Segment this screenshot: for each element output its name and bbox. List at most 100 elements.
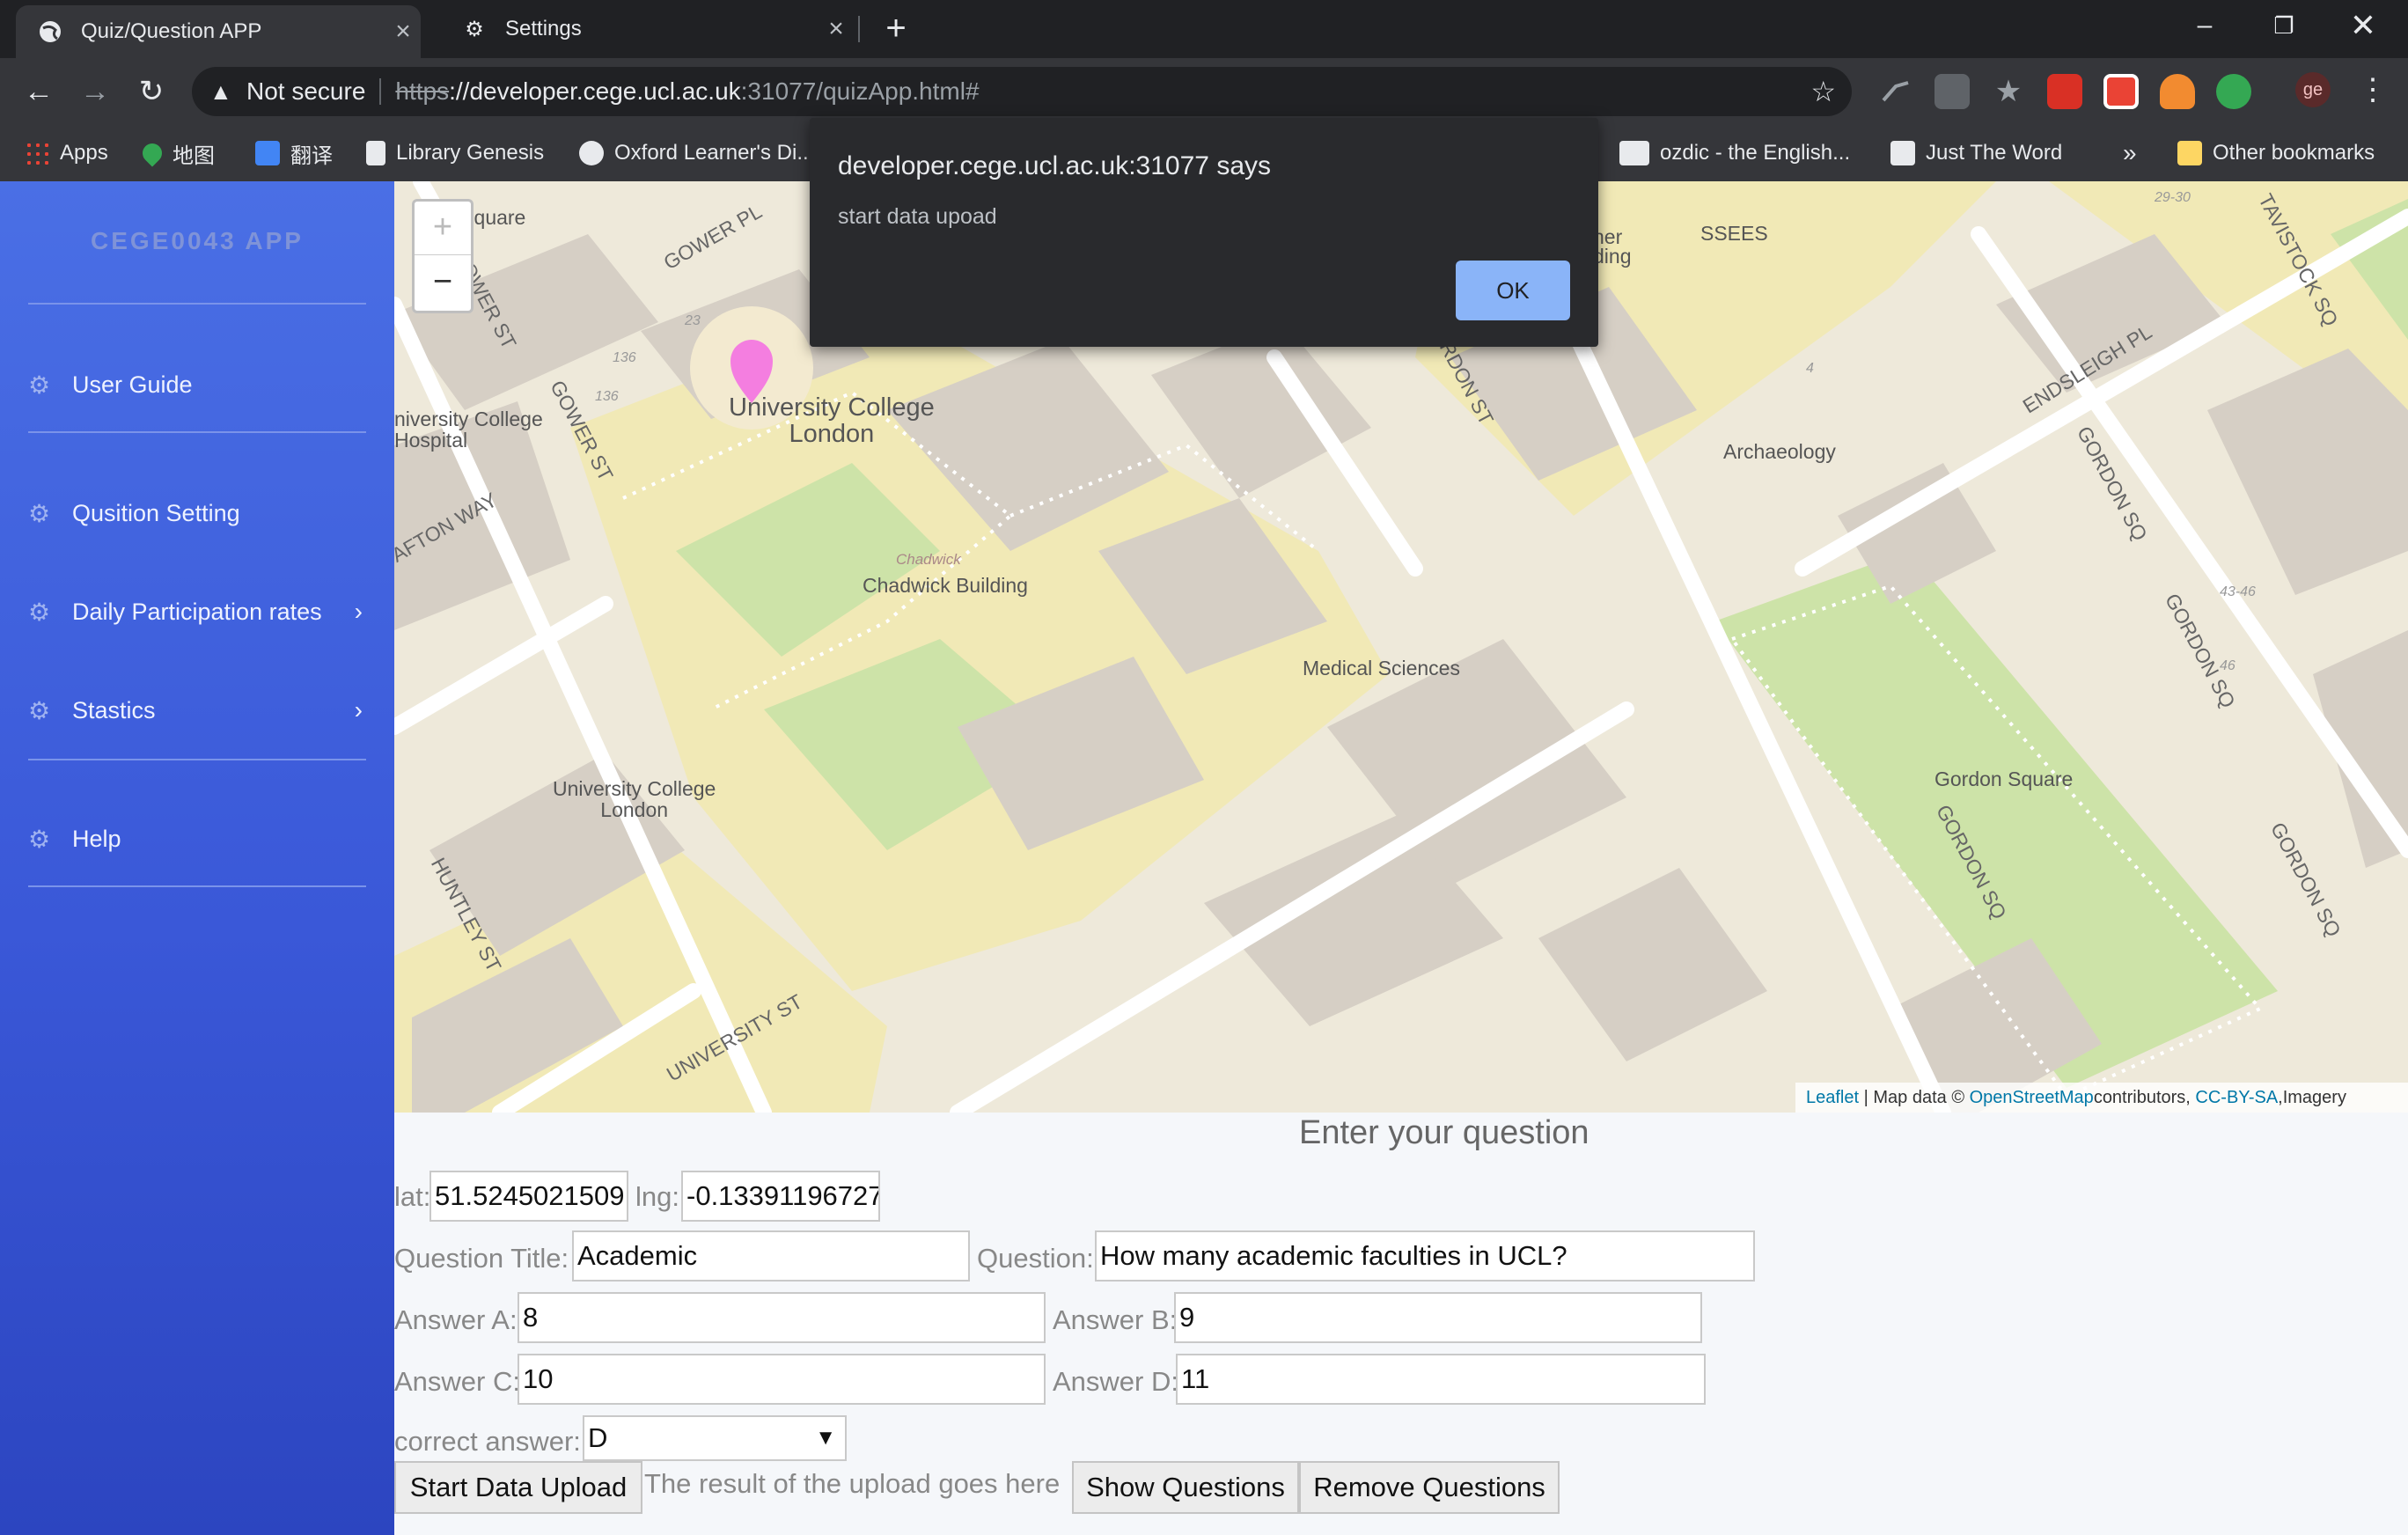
start-data-upload-button[interactable]: Start Data Upload [394, 1461, 642, 1514]
gear-icon: ⚙ [28, 598, 51, 626]
map-label: SSEES [1700, 222, 1768, 245]
bookmark-label: Just The Word [1926, 141, 2063, 165]
profile-avatar[interactable]: ge [2295, 72, 2331, 107]
omnibox-divider [379, 78, 382, 105]
bookmark-label: Oxford Learner's Di... [614, 141, 815, 165]
gear-icon: ⚙ [28, 825, 51, 853]
bookmark-star-icon[interactable]: ☆ [1810, 75, 1836, 108]
extension-icon[interactable] [1934, 74, 1970, 109]
map-label: 46 [2220, 658, 2235, 673]
folder-icon [2177, 141, 2202, 165]
question-title-input[interactable]: Academic [572, 1230, 970, 1282]
question-label: Question: [977, 1243, 1094, 1274]
attribution-text: | Map data © [1859, 1088, 1970, 1107]
back-button[interactable]: ← [19, 72, 58, 111]
lng-label: lng: [635, 1181, 679, 1212]
question-input[interactable]: How many academic faculties in UCL? [1095, 1230, 1755, 1282]
window-close-button[interactable]: ✕ [2324, 0, 2403, 53]
extension-icon[interactable] [2047, 74, 2082, 109]
question-title-label: Question Title: [394, 1243, 569, 1274]
answer-b-input[interactable]: 9 [1174, 1292, 1702, 1343]
answer-c-input[interactable]: 10 [518, 1354, 1046, 1405]
bookmark-just-the-word[interactable]: Just The Word [1890, 134, 2062, 173]
warning-icon: ▲ [209, 77, 232, 105]
tab-title: Settings [505, 17, 582, 40]
tab-divider [858, 16, 860, 42]
map-label: 136 [595, 389, 619, 404]
dropdown-arrow-icon: ▼ [815, 1426, 836, 1450]
bookmark-other[interactable]: Other bookmarks [2177, 134, 2375, 173]
upload-result-text: The result of the upload goes here [644, 1468, 1061, 1499]
map-label: University College London [729, 393, 935, 448]
sync-extension-icon[interactable] [2216, 74, 2251, 109]
correct-answer-label: correct answer: [394, 1426, 581, 1457]
lat-input[interactable]: 51.5245021509 [429, 1171, 628, 1222]
forward-button[interactable]: → [76, 72, 114, 111]
sidebar-item-daily-participation[interactable]: ⚙ Daily Participation rates › [28, 590, 366, 634]
bookmarks-overflow-button[interactable]: » [2123, 134, 2137, 173]
extension-icon[interactable] [1878, 74, 1913, 109]
answer-d-input[interactable]: 11 [1176, 1354, 1706, 1405]
bookmark-label: 地图 [173, 143, 215, 168]
dialog-title: developer.cege.ucl.ac.uk:31077 says [838, 151, 1271, 180]
bookmark-label: ozdic - the English... [1660, 141, 1851, 165]
close-tab-icon[interactable]: × [819, 14, 854, 44]
address-bar[interactable]: ▲ Not secure https://developer.cege.ucl.… [192, 67, 1852, 116]
sidebar-item-label: Daily Participation rates [72, 598, 322, 625]
security-label: Not secure [246, 77, 366, 105]
map-label: Chadwick [896, 551, 961, 568]
form-heading: Enter your question [1299, 1114, 1589, 1151]
selected-value: D [588, 1422, 608, 1453]
bookmark-library-genesis[interactable]: Library Genesis [366, 134, 544, 173]
extension-icon[interactable] [2160, 74, 2195, 109]
map-attribution: Leaflet | Map data © OpenStreetMapcontri… [1795, 1083, 2408, 1113]
tab-quiz-app[interactable]: Quiz/Question APP × [16, 5, 421, 58]
jtw-icon [1890, 141, 1915, 165]
sidebar-item-label: User Guide [72, 371, 193, 398]
sidebar-item-label: Qusition Setting [72, 499, 240, 526]
minimize-button[interactable]: – [2165, 0, 2244, 53]
sidebar-item-user-guide[interactable]: ⚙ User Guide [28, 363, 366, 407]
answer-a-label: Answer A: [394, 1304, 518, 1335]
bookmark-maps[interactable]: 地图 [138, 134, 215, 173]
close-tab-icon[interactable]: × [385, 17, 421, 47]
sidebar-item-statistics[interactable]: ⚙ Stastics › [28, 688, 366, 732]
sidebar-item-question-setting[interactable]: ⚙ Qusition Setting [28, 491, 366, 535]
zoom-out-button[interactable]: − [415, 256, 471, 309]
zoom-control: + − [412, 199, 474, 313]
zoom-in-button[interactable]: + [415, 202, 471, 255]
bookmark-apps[interactable]: Apps [25, 134, 108, 173]
bookmark-label: Apps [60, 141, 108, 165]
leaflet-link[interactable]: Leaflet [1806, 1088, 1859, 1107]
dialog-message: start data upoad [838, 204, 997, 229]
osm-link[interactable]: OpenStreetMap [1970, 1088, 2094, 1107]
pocket-icon[interactable] [2103, 74, 2139, 109]
license-link[interactable]: CC-BY-SA [2195, 1088, 2278, 1107]
show-questions-button[interactable]: Show Questions [1072, 1461, 1299, 1514]
lng-input[interactable]: -0.133911967272 [681, 1171, 880, 1222]
reload-button[interactable]: ↻ [132, 72, 171, 111]
map-label: ner ding [1593, 225, 1632, 268]
map-label: University College London [553, 777, 716, 821]
attribution-text: ,Imagery [2278, 1088, 2346, 1107]
sidebar-item-help[interactable]: ⚙ Help [28, 817, 366, 861]
ok-button[interactable]: OK [1456, 261, 1570, 320]
star-extension-icon[interactable]: ★ [1991, 74, 2026, 109]
tab-settings[interactable]: ⚙ Settings × [440, 0, 854, 58]
answer-a-input[interactable]: 8 [518, 1292, 1046, 1343]
bookmark-translate[interactable]: 翻译 [255, 134, 333, 173]
map-label: 23 [685, 313, 701, 328]
lat-label: lat: [394, 1181, 431, 1212]
app-brand: CEGE0043 APP [91, 227, 304, 254]
restore-button[interactable]: ❐ [2244, 0, 2324, 53]
tab-title: Quiz/Question APP [81, 19, 262, 43]
bookmark-oxford[interactable]: Oxford Learner's Di... [579, 134, 814, 173]
correct-answer-select[interactable]: D ▼ [583, 1415, 847, 1461]
apps-grid-icon [25, 141, 49, 165]
browser-menu-icon[interactable]: ⋮ [2355, 70, 2390, 111]
oz-icon [1619, 141, 1649, 165]
map-label: Chadwick Building [863, 574, 1028, 597]
remove-questions-button[interactable]: Remove Questions [1299, 1461, 1560, 1514]
bookmark-ozdic[interactable]: ozdic - the English... [1619, 134, 1850, 173]
new-tab-button[interactable]: + [877, 11, 915, 49]
